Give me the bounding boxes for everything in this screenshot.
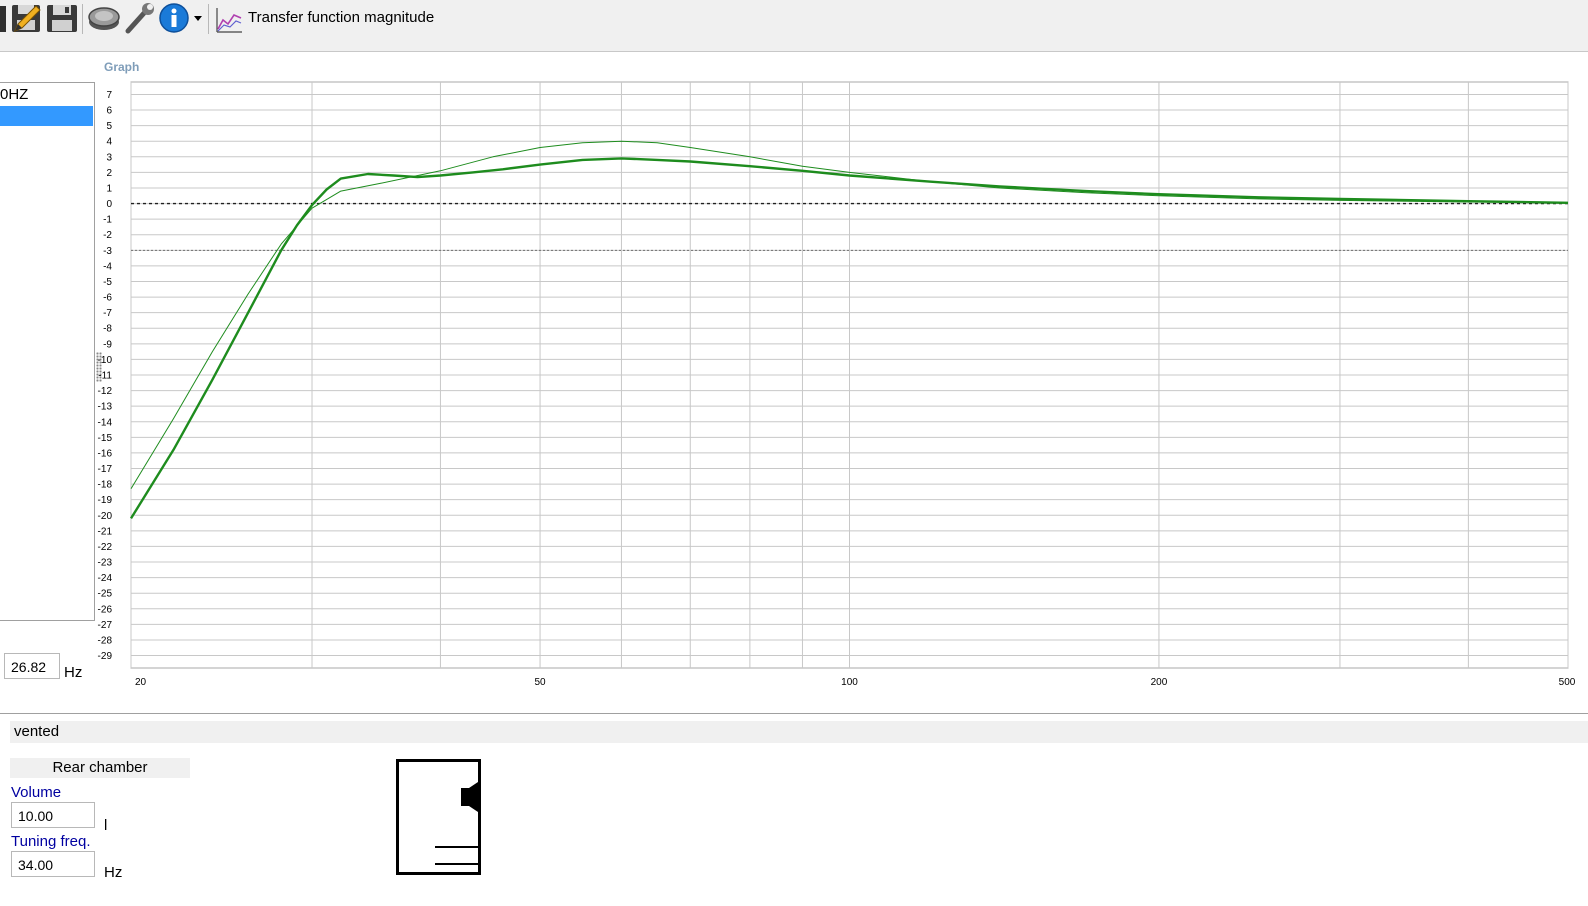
y-tick-label: -3 — [103, 246, 112, 257]
y-tick-label: -23 — [98, 558, 113, 569]
volume-input[interactable]: 10.00 — [11, 802, 95, 828]
volume-unit: l — [104, 817, 108, 834]
y-tick-label: 6 — [106, 106, 112, 117]
y-tick-label: -27 — [98, 620, 113, 631]
y-tick-label: -18 — [98, 480, 113, 491]
y-tick-label: -15 — [98, 433, 113, 444]
tick-labels: 7 6 5 4 3 2 1 0 -1 -2 -3 -4 -5 -6 -7 -8 -9 -10 -11 -12 -13 -1… — [98, 90, 1576, 688]
y-tick-label: -16 — [98, 448, 113, 459]
y-tick-label: -2 — [103, 230, 112, 241]
x-tick-label: 500 — [1559, 677, 1576, 688]
volume-label: Volume — [11, 784, 62, 801]
y-tick-label: 4 — [106, 137, 112, 148]
y-tick-label: -19 — [98, 495, 113, 506]
y-tick-label: -12 — [98, 386, 113, 397]
tuning-freq-label: Tuning freq. — [11, 833, 91, 850]
y-tick-label: -28 — [98, 635, 113, 646]
y-tick-label: -17 — [98, 464, 113, 475]
y-tick-label: -24 — [98, 573, 113, 584]
transfer-function-chart[interactable]: 7 6 5 4 3 2 1 0 -1 -2 -3 -4 -5 -6 -7 -8 -9 -10 -11 -12 -13 -1… — [0, 0, 1588, 700]
y-tick-label: -8 — [103, 324, 112, 335]
tuning-freq-unit: Hz — [104, 864, 123, 881]
y-tick-label: -6 — [103, 293, 112, 304]
y-tick-label: -14 — [98, 417, 113, 428]
enclosure-diagram — [396, 759, 481, 875]
speaker-diagram-icon — [435, 782, 478, 865]
grid-layer — [130, 81, 1569, 669]
y-tick-label: -11 — [98, 371, 112, 382]
panel-divider — [0, 713, 1588, 714]
x-tick-label: 100 — [841, 677, 858, 688]
x-tick-label: 20 — [135, 677, 147, 688]
y-tick-label: 2 — [106, 168, 112, 179]
y-tick-label: -5 — [103, 277, 112, 288]
y-tick-label: -1 — [103, 215, 112, 226]
y-tick-label: 1 — [106, 183, 112, 194]
tuning-freq-input[interactable]: 34.00 — [11, 851, 95, 877]
y-tick-label: -4 — [103, 261, 112, 272]
y-tick-label: 3 — [106, 152, 112, 163]
rear-chamber-header: Rear chamber — [10, 758, 190, 778]
x-tick-label: 50 — [534, 677, 546, 688]
box-type-header: vented — [10, 721, 1588, 743]
x-tick-label: 200 — [1151, 677, 1168, 688]
y-tick-label: 7 — [106, 90, 112, 101]
y-tick-label: -7 — [103, 308, 112, 319]
y-tick-label: -25 — [98, 589, 113, 600]
y-tick-label: -22 — [98, 542, 113, 553]
y-tick-label: 0 — [106, 199, 112, 210]
y-tick-label: -29 — [98, 651, 113, 662]
y-tick-label: -13 — [98, 402, 113, 413]
y-tick-label: -20 — [98, 511, 113, 522]
y-tick-label: -9 — [103, 339, 112, 350]
y-tick-label: 5 — [106, 121, 112, 132]
y-tick-label: -26 — [98, 604, 113, 615]
y-tick-label: -10 — [98, 355, 113, 366]
y-tick-label: -21 — [98, 526, 113, 537]
